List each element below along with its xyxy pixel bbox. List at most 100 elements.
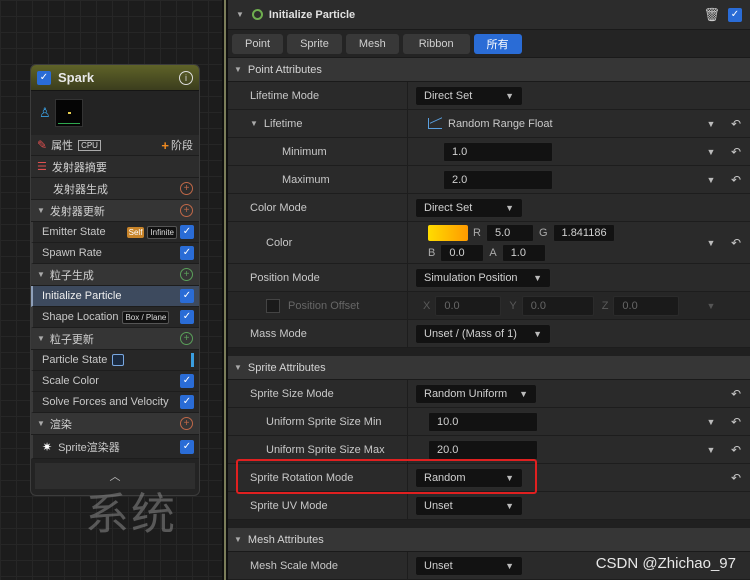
collapse-icon[interactable]: ▼ [234, 363, 242, 372]
reset-icon[interactable]: ↶ [722, 145, 750, 159]
module-checkbox[interactable]: ✓ [180, 439, 194, 454]
module-checkbox[interactable]: ✓ [180, 395, 194, 409]
offset-z-input[interactable]: 0.0 [613, 295, 680, 316]
trash-icon[interactable]: 🗑 [703, 7, 720, 23]
module-enable-checkbox[interactable]: ✓ [728, 7, 742, 22]
section-particle-update[interactable]: ▼ 粒子更新 + [31, 328, 199, 350]
node-header[interactable]: ✓ Spark i [31, 65, 199, 91]
reset-icon[interactable]: ↶ [722, 471, 750, 485]
row-mass-mode: Mass Mode Unset / (Mass of 1) ▼ [228, 320, 750, 348]
reset-icon[interactable]: ↶ [722, 173, 750, 187]
module-initialize-particle[interactable]: Initialize Particle ✓ [31, 286, 199, 307]
tab-ribbon[interactable]: Ribbon [402, 33, 470, 54]
chevron-down-icon[interactable]: ▼ [700, 175, 722, 185]
color-b-input[interactable]: 0.0 [440, 243, 485, 262]
collapse-icon[interactable]: ▼ [250, 119, 258, 128]
section-particle-spawn[interactable]: ▼ 粒子生成 + [31, 264, 199, 286]
module-emitter-state[interactable]: Emitter State Self Infinite ✓ [31, 222, 199, 243]
reset-icon[interactable]: ↶ [722, 387, 750, 401]
emitter-node[interactable]: ✓ Spark i ♙ ✎ 属性 CPU + 阶段 ☰ 发射器摘要 发射器生成 … [30, 64, 200, 496]
tab-point[interactable]: Point [232, 33, 284, 54]
module-sprite-renderer[interactable]: ✷ Sprite渲染器 ✓ [31, 435, 199, 459]
module-spawn-rate[interactable]: Spawn Rate ✓ [31, 243, 199, 264]
collapse-node-button[interactable]: ︿ [35, 463, 195, 489]
chevron-down-icon[interactable]: ▼ [700, 445, 722, 455]
emitter-summary[interactable]: ☰ 发射器摘要 [31, 156, 199, 178]
collapse-icon[interactable]: ▼ [37, 206, 45, 215]
section-emitter-update[interactable]: ▼ 发射器更新 + [31, 200, 199, 222]
position-offset-checkbox[interactable] [266, 298, 280, 313]
chevron-down-icon[interactable]: ▼ [700, 301, 722, 311]
reset-icon[interactable]: ↶ [722, 117, 750, 131]
chevron-down-icon[interactable]: ▼ [700, 119, 722, 129]
chevron-up-icon: ︿ [109, 471, 121, 483]
offset-y-input[interactable]: 0.0 [521, 295, 594, 316]
dynamic-input-value[interactable]: Random Range Float [448, 118, 553, 130]
tab-all[interactable]: 所有 [473, 33, 522, 54]
chevron-down-icon[interactable]: ▼ [700, 147, 722, 157]
collapse-icon[interactable]: ▼ [37, 334, 45, 343]
module-shape-location[interactable]: Shape Location Box / Plane ✓ [31, 307, 199, 328]
position-mode-dropdown[interactable]: Simulation Position ▼ [415, 267, 551, 288]
color-g-input[interactable]: 1.841186 [552, 223, 615, 242]
tab-mesh[interactable]: Mesh [345, 33, 399, 54]
stage-emitter-spawn[interactable]: 发射器生成 + [31, 178, 199, 200]
spacer [228, 520, 750, 528]
color-r-input[interactable]: 5.0 [485, 223, 534, 242]
stage-button[interactable]: 阶段 [171, 137, 193, 153]
mesh-scale-mode-dropdown[interactable]: Unset ▼ [415, 555, 523, 576]
thumbnail-row: ♙ [31, 91, 199, 135]
chevron-down-icon[interactable]: ▼ [700, 238, 722, 248]
tab-sprite[interactable]: Sprite [287, 33, 342, 54]
uniform-size-max-input[interactable]: 20.0 [428, 439, 538, 460]
category-sprite-attributes[interactable]: ▼ Sprite Attributes [228, 356, 750, 380]
sprite-uv-mode-dropdown[interactable]: Unset ▼ [415, 495, 523, 516]
mass-mode-dropdown[interactable]: Unset / (Mass of 1) ▼ [415, 323, 551, 344]
color-mode-dropdown[interactable]: Direct Set ▼ [415, 197, 523, 218]
color-swatch[interactable] [428, 224, 468, 241]
module-solve-forces[interactable]: Solve Forces and Velocity ✓ [31, 392, 199, 413]
property-name: Sprite Rotation Mode [228, 464, 408, 491]
module-checkbox[interactable]: ✓ [180, 246, 194, 260]
properties-row[interactable]: ✎ 属性 CPU + 阶段 [31, 135, 199, 156]
module-checkbox[interactable]: ✓ [180, 310, 194, 324]
add-module-icon[interactable]: + [180, 182, 193, 195]
module-particle-state[interactable]: Particle State [31, 350, 199, 371]
enable-checkbox[interactable]: ✓ [37, 70, 51, 85]
lifetime-mode-dropdown[interactable]: Direct Set ▼ [415, 85, 523, 106]
collapse-icon[interactable]: ▼ [37, 270, 45, 279]
add-stage-icon[interactable]: + [161, 138, 169, 153]
section-label: 粒子更新 [49, 333, 94, 346]
reset-icon[interactable]: ↶ [722, 443, 750, 457]
module-checkbox[interactable]: ✓ [180, 374, 194, 388]
section-render[interactable]: ▼ 渲染 + [31, 413, 199, 435]
category-label: Mesh Attributes [247, 533, 324, 546]
module-checkbox[interactable]: ✓ [180, 289, 194, 303]
module-checkbox[interactable]: ✓ [180, 225, 194, 239]
maximum-input[interactable]: 2.0 [443, 169, 553, 190]
module-label: Emitter State [42, 226, 106, 238]
category-point-attributes[interactable]: ▼ Point Attributes [228, 58, 750, 82]
category-mesh-attributes[interactable]: ▼ Mesh Attributes [228, 528, 750, 552]
offset-x-input[interactable]: 0.0 [435, 295, 502, 316]
color-a-input[interactable]: 1.0 [501, 243, 546, 262]
add-module-icon[interactable]: + [180, 268, 193, 281]
minimum-input[interactable]: 1.0 [443, 141, 553, 162]
module-scale-color[interactable]: Scale Color ✓ [31, 371, 199, 392]
sprite-rotation-mode-dropdown[interactable]: Random ▼ [415, 467, 523, 488]
add-module-icon[interactable]: + [180, 204, 193, 217]
add-module-icon[interactable]: + [180, 332, 193, 345]
add-module-icon[interactable]: + [180, 417, 193, 430]
uniform-size-min-input[interactable]: 10.0 [428, 411, 538, 432]
chevron-down-icon[interactable]: ▼ [700, 417, 722, 427]
collapse-icon[interactable]: ▼ [37, 419, 45, 428]
emitter-thumbnail [54, 99, 83, 127]
reset-icon[interactable]: ↶ [722, 415, 750, 429]
sprite-size-mode-dropdown[interactable]: Random Uniform ▼ [415, 383, 537, 404]
collapse-icon[interactable]: ▼ [234, 65, 242, 74]
info-icon[interactable]: i [179, 70, 193, 85]
chevron-down-icon: ▼ [505, 90, 514, 101]
reset-icon[interactable]: ↶ [722, 236, 750, 250]
collapse-icon[interactable]: ▼ [236, 10, 244, 19]
collapse-icon[interactable]: ▼ [234, 535, 242, 544]
